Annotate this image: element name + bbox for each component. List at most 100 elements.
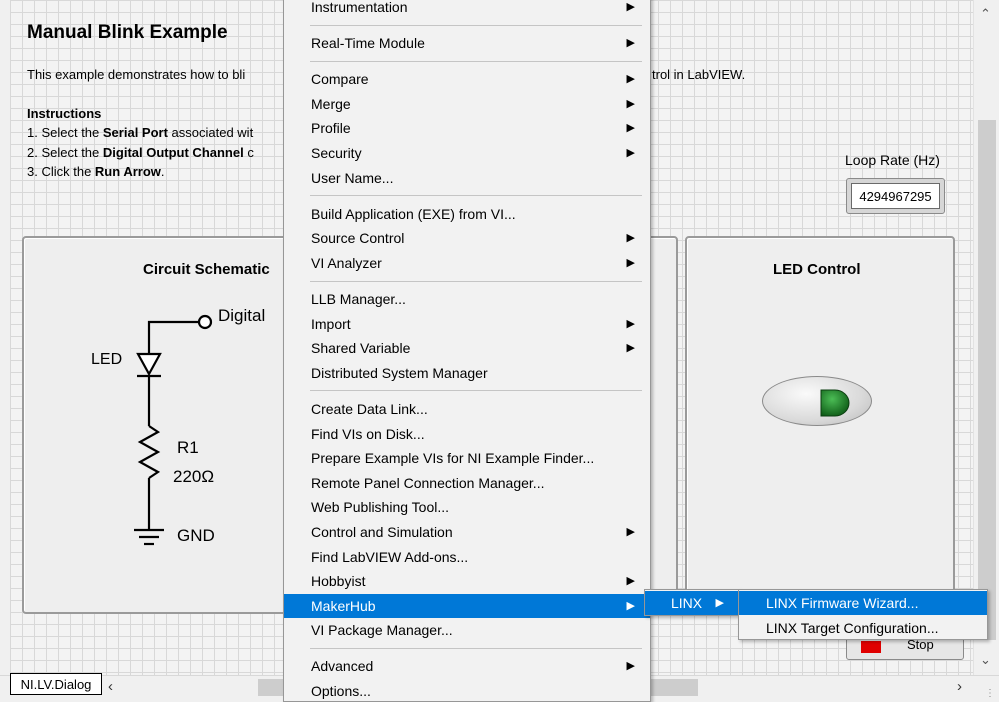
wire	[147, 320, 199, 354]
menu-item-label: Security	[311, 145, 362, 161]
menu-item-label: LLB Manager...	[311, 291, 406, 307]
loop-rate-indicator: 4294967295	[846, 178, 945, 214]
loop-rate-value: 4294967295	[851, 183, 940, 209]
menu-item-advanced[interactable]: Advanced ▶	[284, 654, 650, 678]
stop-icon	[861, 641, 881, 653]
led-toggle-switch[interactable]	[762, 376, 872, 426]
menu-item-label: Control and Simulation	[311, 523, 453, 540]
loop-rate-label: Loop Rate (Hz)	[845, 152, 940, 168]
menu-item-label: Shared Variable	[311, 340, 411, 357]
submenu-arrow-icon: ▶	[626, 232, 635, 245]
submenu-arrow-icon: ▶	[626, 73, 635, 86]
menu-item-profile[interactable]: Profile ▶	[284, 116, 650, 140]
submenu-arrow-icon: ▶	[626, 147, 635, 159]
digital-label: Digital	[218, 306, 266, 325]
menu-item-security[interactable]: Security ▶	[284, 141, 650, 165]
menu-separator	[310, 280, 642, 282]
menu-item-label: Source Control	[311, 230, 405, 247]
menu-item-label: Find LabVIEW Add-ons...	[311, 548, 469, 565]
menu-item-compare[interactable]: Compare ▶	[284, 67, 650, 91]
submenu-arrow-icon: ▶	[626, 599, 635, 612]
led-label: LED	[91, 351, 123, 368]
makerhub-submenu: LINX ▶	[644, 589, 740, 616]
page-title: Manual Blink Example	[27, 22, 228, 43]
menu-separator	[310, 647, 642, 649]
menu-item-label: Options...	[311, 683, 371, 699]
menu-item-find-vis-on-disk[interactable]: Find VIs on Disk...	[284, 422, 650, 446]
menu-item-makerhub[interactable]: MakerHub ▶	[284, 593, 650, 618]
menu-item-label: User Name...	[311, 169, 394, 186]
menu-separator	[310, 24, 642, 26]
menu-item-label: Create Data Link...	[311, 400, 428, 417]
vertical-scroll-thumb[interactable]	[978, 120, 996, 640]
menu-item-web-publishing-tool[interactable]: Web Publishing Tool...	[284, 495, 650, 519]
menu-item-hobbyist[interactable]: Hobbyist ▶	[284, 569, 650, 593]
submenu-arrow-icon: ▶	[626, 525, 635, 538]
linx-submenu: LINX Firmware Wizard... LINX Target Confi…	[738, 589, 988, 640]
instruction-line: 2. Select the Digital Output Channel c	[27, 145, 254, 160]
menu-item-label: Prepare Example VIs for NI Example Finde…	[311, 450, 595, 467]
resistor-symbol	[137, 425, 161, 479]
menu-item-control-and-simulation[interactable]: Control and Simulation ▶	[284, 520, 650, 544]
menu-item-label: Import	[311, 315, 351, 332]
menu-item-label: VI Package Manager...	[311, 622, 453, 639]
menu-item-instrumentation[interactable]: Instrumentation ▶	[284, 0, 650, 19]
submenu-arrow-icon: ▶	[626, 317, 635, 330]
menu-item-label: MakerHub	[311, 597, 376, 614]
resistor-label: R1	[177, 438, 199, 457]
submenu-arrow-icon: ▶	[626, 97, 635, 110]
menu-item-options[interactable]: Options...	[284, 679, 650, 702]
menu-item-user-name[interactable]: User Name...	[284, 166, 650, 190]
menu-separator	[310, 60, 642, 62]
menu-item-import[interactable]: Import ▶	[284, 312, 650, 336]
vi-name-label: NI.LV.Dialog	[10, 673, 102, 695]
scroll-down-icon[interactable]: ⌄	[980, 652, 991, 668]
menu-item-prepare-example-vis-for-ni-example-finder[interactable]: Prepare Example VIs for NI Example Finde…	[284, 446, 650, 470]
menu-item-real-time-module[interactable]: Real-Time Module ▶	[284, 31, 650, 55]
menu-item-create-data-link[interactable]: Create Data Link...	[284, 397, 650, 421]
menu-separator	[310, 195, 642, 197]
instruction-line: 1. Select the Serial Port associated wit	[27, 125, 254, 140]
vertical-scrollbar[interactable]: ⌃ ⌄	[973, 0, 999, 675]
resistance-label: 220Ω	[173, 467, 215, 486]
menu-item-label: Web Publishing Tool...	[311, 499, 450, 516]
menu-item-remote-panel-connection-manager[interactable]: Remote Panel Connection Manager...	[284, 471, 650, 495]
menu-item-find-labview-add-ons[interactable]: Find LabVIEW Add-ons...	[284, 545, 650, 569]
submenu-arrow-icon: ▶	[626, 256, 635, 269]
menu-item-llb-manager[interactable]: LLB Manager...	[284, 287, 650, 311]
menu-item-linx-firmware-wizard[interactable]: LINX Firmware Wizard...	[739, 591, 987, 615]
menu-item-label: LINX	[671, 595, 703, 611]
menu-item-source-control[interactable]: Source Control ▶	[284, 226, 650, 250]
menu-item-label: LINX Target Configuration...	[766, 619, 939, 636]
description-text-tail: trol in LabVIEW.	[652, 67, 746, 82]
scroll-right-icon[interactable]: ›	[957, 678, 962, 695]
menu-item-shared-variable[interactable]: Shared Variable ▶	[284, 336, 650, 360]
menu-item-vi-analyzer[interactable]: VI Analyzer ▶	[284, 251, 650, 275]
menu-item-vi-package-manager[interactable]: VI Package Manager...	[284, 618, 650, 642]
ground-label: GND	[177, 526, 215, 545]
scroll-left-icon[interactable]: ‹	[108, 678, 113, 695]
resize-grip-icon[interactable]: ⋮⋮	[985, 688, 999, 699]
led-control-panel: LED Control	[685, 236, 955, 614]
menu-item-linx-target-configuration[interactable]: LINX Target Configuration...	[739, 616, 987, 640]
tools-menu: Instrumentation ▶ Real-Time Module ▶ Compare…	[283, 0, 651, 702]
menu-item-build-application-exe-from-vi[interactable]: Build Application (EXE) from VI...	[284, 202, 650, 226]
menu-item-label: VI Analyzer	[311, 254, 382, 271]
menu-item-label: Advanced	[311, 658, 374, 675]
submenu-arrow-icon: ▶	[626, 575, 635, 588]
description-text: This example demonstrates how to bli	[27, 67, 246, 82]
menu-item-label: Real-Time Module	[311, 35, 425, 52]
menu-item-label: LINX Firmware Wizard...	[766, 595, 919, 611]
submenu-arrow-icon: ▶	[626, 342, 635, 355]
menu-item-linx[interactable]: LINX ▶	[645, 591, 739, 615]
menu-item-label: Merge	[311, 95, 351, 112]
submenu-arrow-icon: ▶	[626, 122, 635, 135]
menu-item-merge[interactable]: Merge ▶	[284, 92, 650, 116]
menu-item-distributed-system-manager[interactable]: Distributed System Manager	[284, 361, 650, 385]
menu-separator	[310, 390, 642, 392]
scroll-up-icon[interactable]: ⌃	[980, 6, 991, 22]
led-control-title: LED Control	[773, 261, 861, 278]
menu-item-label: Build Application (EXE) from VI...	[311, 205, 516, 222]
menu-item-label: Distributed System Manager	[311, 364, 488, 381]
led-indicator-icon	[820, 389, 850, 417]
